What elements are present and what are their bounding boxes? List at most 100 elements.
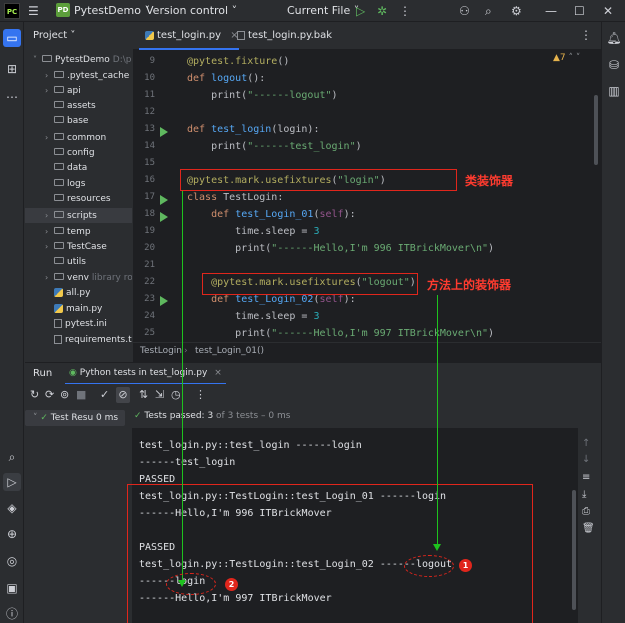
run-class-gutter-icon[interactable] <box>160 195 168 205</box>
tree-item[interactable]: pytest.ini <box>25 317 132 332</box>
expand-arrow-icon[interactable]: ˅ <box>33 52 42 67</box>
tree-item[interactable]: › scripts <box>25 208 132 223</box>
breadcrumb-method[interactable]: test_Login_01() <box>195 346 264 356</box>
tree-item[interactable]: › venv library ro <box>25 270 132 285</box>
code-line[interactable]: print("------Hello,I'm 997 ITBrickMover\… <box>187 328 494 339</box>
tree-item[interactable]: › api <box>25 83 132 98</box>
tree-item[interactable]: utils <box>25 255 132 270</box>
run-test-gutter-icon[interactable] <box>160 127 168 137</box>
version-control-dropdown[interactable]: Version control ˅ <box>146 4 237 17</box>
code-line[interactable]: def logout(): <box>187 73 265 84</box>
tree-item[interactable]: › common <box>25 130 132 145</box>
code-line[interactable]: time.sleep = 3 <box>187 226 319 237</box>
print-icon[interactable]: ⎙ <box>582 504 590 520</box>
code-line[interactable]: time.sleep = 3 <box>187 311 319 322</box>
terminal-icon[interactable]: ▣ <box>3 579 21 597</box>
database-icon[interactable]: ⛁ <box>605 56 623 74</box>
close-icon[interactable]: ✕ <box>603 3 613 19</box>
python-packages-icon[interactable]: ⊕ <box>3 525 21 543</box>
tree-item[interactable]: all.py <box>25 286 132 301</box>
tree-item[interactable]: config <box>25 146 132 161</box>
rerun-failed-icon[interactable]: ⟳ <box>45 387 54 403</box>
more-actions-icon[interactable]: ⋮ <box>399 3 411 19</box>
scroll-up-icon[interactable]: ↑ <box>582 436 590 452</box>
tree-item[interactable]: › temp <box>25 224 132 239</box>
run-tool-icon[interactable]: ▷ <box>3 473 21 491</box>
editor-scrollbar[interactable] <box>594 95 598 165</box>
soft-wrap-icon[interactable]: ≡ <box>582 470 590 486</box>
scroll-down-icon[interactable]: ↓ <box>582 452 590 468</box>
python-console-icon[interactable]: ◎ <box>3 552 21 570</box>
project-name-dropdown[interactable]: PytestDemo ˅ <box>74 4 150 17</box>
search-icon[interactable]: ⌕ <box>485 3 492 19</box>
tree-item[interactable]: assets <box>25 99 132 114</box>
tab-test-login-py-bak[interactable]: test_login.py.bak <box>231 22 332 50</box>
run-config-dropdown[interactable]: Current File ˅ <box>287 4 359 17</box>
passed-check-icon: ✓ <box>40 413 48 423</box>
tree-item[interactable]: logs <box>25 177 132 192</box>
show-ignored-icon[interactable]: ⊘ <box>116 387 130 403</box>
tree-item[interactable]: requirements.t <box>25 333 132 348</box>
tree-item-label: api <box>67 86 81 97</box>
sort-duration-icon[interactable]: ⇲ <box>155 387 164 403</box>
run-test-gutter-icon[interactable] <box>160 212 168 222</box>
code-line[interactable]: print("------test_login") <box>187 141 362 152</box>
project-panel-title[interactable]: Project ˅ <box>33 30 75 41</box>
expand-arrow-icon[interactable]: › <box>45 208 54 223</box>
sort-alpha-icon[interactable]: ⇅ <box>139 387 148 403</box>
expand-arrow-icon[interactable]: › <box>45 224 54 239</box>
sciview-icon[interactable]: ▥ <box>605 82 623 100</box>
tree-item[interactable]: › .pytest_cache <box>25 68 132 83</box>
code-line[interactable]: print("------Hello,I'm 996 ITBrickMover\… <box>187 243 494 254</box>
show-passed-icon[interactable]: ✓ <box>100 387 109 403</box>
code-line[interactable]: def test_Login_02(self): <box>187 294 356 305</box>
run-icon[interactable]: ▷ <box>356 3 365 19</box>
code-line[interactable]: print("------logout") <box>187 90 337 101</box>
minimize-icon[interactable]: — <box>545 3 557 19</box>
test-results-root[interactable]: ˅ ✓ Test Resu 0 ms <box>25 410 125 426</box>
tab-test-login-py[interactable]: test_login.py × <box>139 22 239 50</box>
expand-arrow-icon[interactable]: › <box>45 239 54 254</box>
tree-item[interactable]: ˅ PytestDemo D:\p <box>25 52 132 67</box>
maximize-icon[interactable]: ☐ <box>574 3 585 19</box>
expand-arrow-icon[interactable]: › <box>45 130 54 145</box>
find-tool-icon[interactable]: ⌕ <box>3 448 21 466</box>
tree-item[interactable]: data <box>25 161 132 176</box>
tree-item[interactable]: main.py <box>25 302 132 317</box>
hamburger-menu-icon[interactable]: ☰ <box>28 3 39 19</box>
editor-options-icon[interactable]: ⋮ <box>580 28 592 42</box>
run-tab-python-tests[interactable]: ◉ Python tests in test_login.py × <box>65 363 226 385</box>
inspection-widget[interactable]: ▲7 ˄ ˅ <box>553 53 580 63</box>
code-line[interactable]: def test_Login_01(self): <box>187 209 356 220</box>
add-user-icon[interactable]: ⚇ <box>459 3 470 19</box>
more-run-actions-icon[interactable]: ⋮ <box>195 387 206 403</box>
close-run-tab-icon[interactable]: × <box>214 368 222 378</box>
tree-item[interactable]: base <box>25 114 132 129</box>
console-scrollbar[interactable] <box>572 490 576 610</box>
settings-gear-icon[interactable]: ⚙ <box>511 3 522 19</box>
code-line[interactable]: @pytest.fixture() <box>187 56 289 67</box>
debug-icon[interactable]: ✲ <box>377 3 387 19</box>
logout-output-highlight <box>404 555 454 577</box>
expand-arrow-icon[interactable]: › <box>45 270 54 285</box>
rerun-icon[interactable]: ↻ <box>30 387 39 403</box>
scroll-to-end-icon[interactable]: ⤓ <box>582 487 586 503</box>
problems-icon[interactable]: ⓘ <box>3 605 21 623</box>
expand-arrow-icon[interactable]: › <box>45 68 54 83</box>
clear-all-icon[interactable]: 🗑︎ <box>582 521 595 537</box>
code-line[interactable]: class TestLogin: <box>187 192 283 203</box>
layers-tool-icon[interactable]: ◈ <box>3 499 21 517</box>
project-tool-icon[interactable]: ▭ <box>3 29 21 47</box>
breadcrumb-class[interactable]: TestLogin <box>140 346 182 356</box>
tree-item[interactable]: resources <box>25 192 132 207</box>
history-icon[interactable]: ◷ <box>171 387 181 403</box>
tree-item[interactable]: › TestCase <box>25 239 132 254</box>
code-line[interactable]: def test_login(login): <box>187 124 319 135</box>
toggle-auto-test-icon[interactable]: ⊚ <box>60 387 69 403</box>
structure-tool-icon[interactable]: ⊞ <box>3 60 21 78</box>
stop-icon[interactable]: ■ <box>76 387 86 403</box>
notifications-bell-icon[interactable]: 🔔︎ <box>605 29 623 47</box>
more-tools-icon[interactable]: ⋯ <box>3 88 21 106</box>
expand-arrow-icon[interactable]: › <box>45 83 54 98</box>
run-test-gutter-icon[interactable] <box>160 296 168 306</box>
